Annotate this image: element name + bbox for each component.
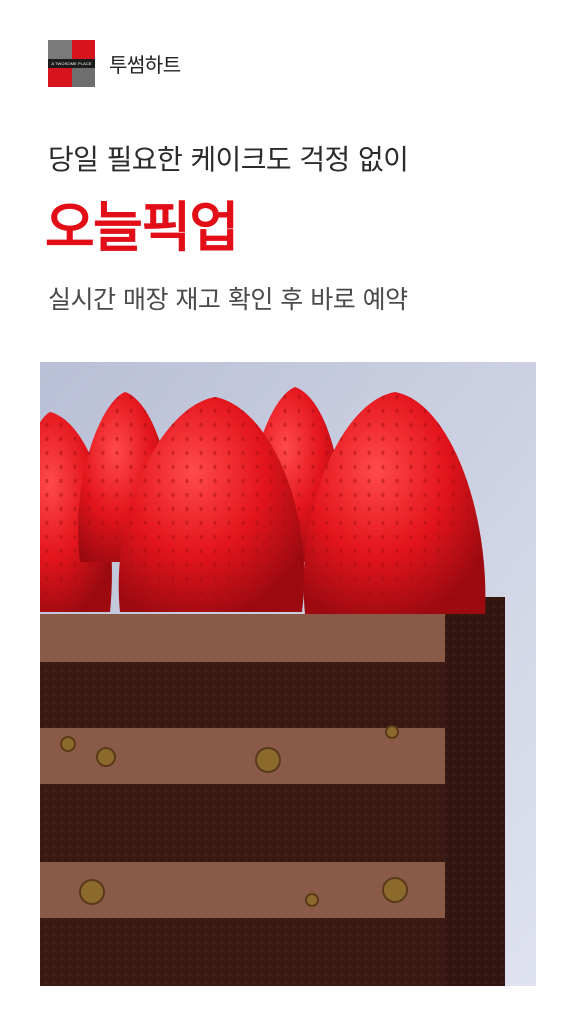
promo-page: A TWOSOME PLACE 투썸하트 당일 필요한 케이크도 걱정 없이 오… <box>0 0 576 1024</box>
cake-photo <box>40 362 536 986</box>
brand-name: 투썸하트 <box>109 53 181 77</box>
twosome-place-logo: A TWOSOME PLACE <box>48 40 95 87</box>
headline-subtitle: 당일 필요한 케이크도 걱정 없이 <box>48 143 409 176</box>
logo-text: A TWOSOME PLACE <box>48 59 95 68</box>
brand-header: A TWOSOME PLACE 투썸하트 <box>48 40 181 87</box>
description-text: 실시간 매장 재고 확인 후 바로 예약 <box>48 285 408 314</box>
headline-title: 오늘픽업 <box>45 196 239 259</box>
